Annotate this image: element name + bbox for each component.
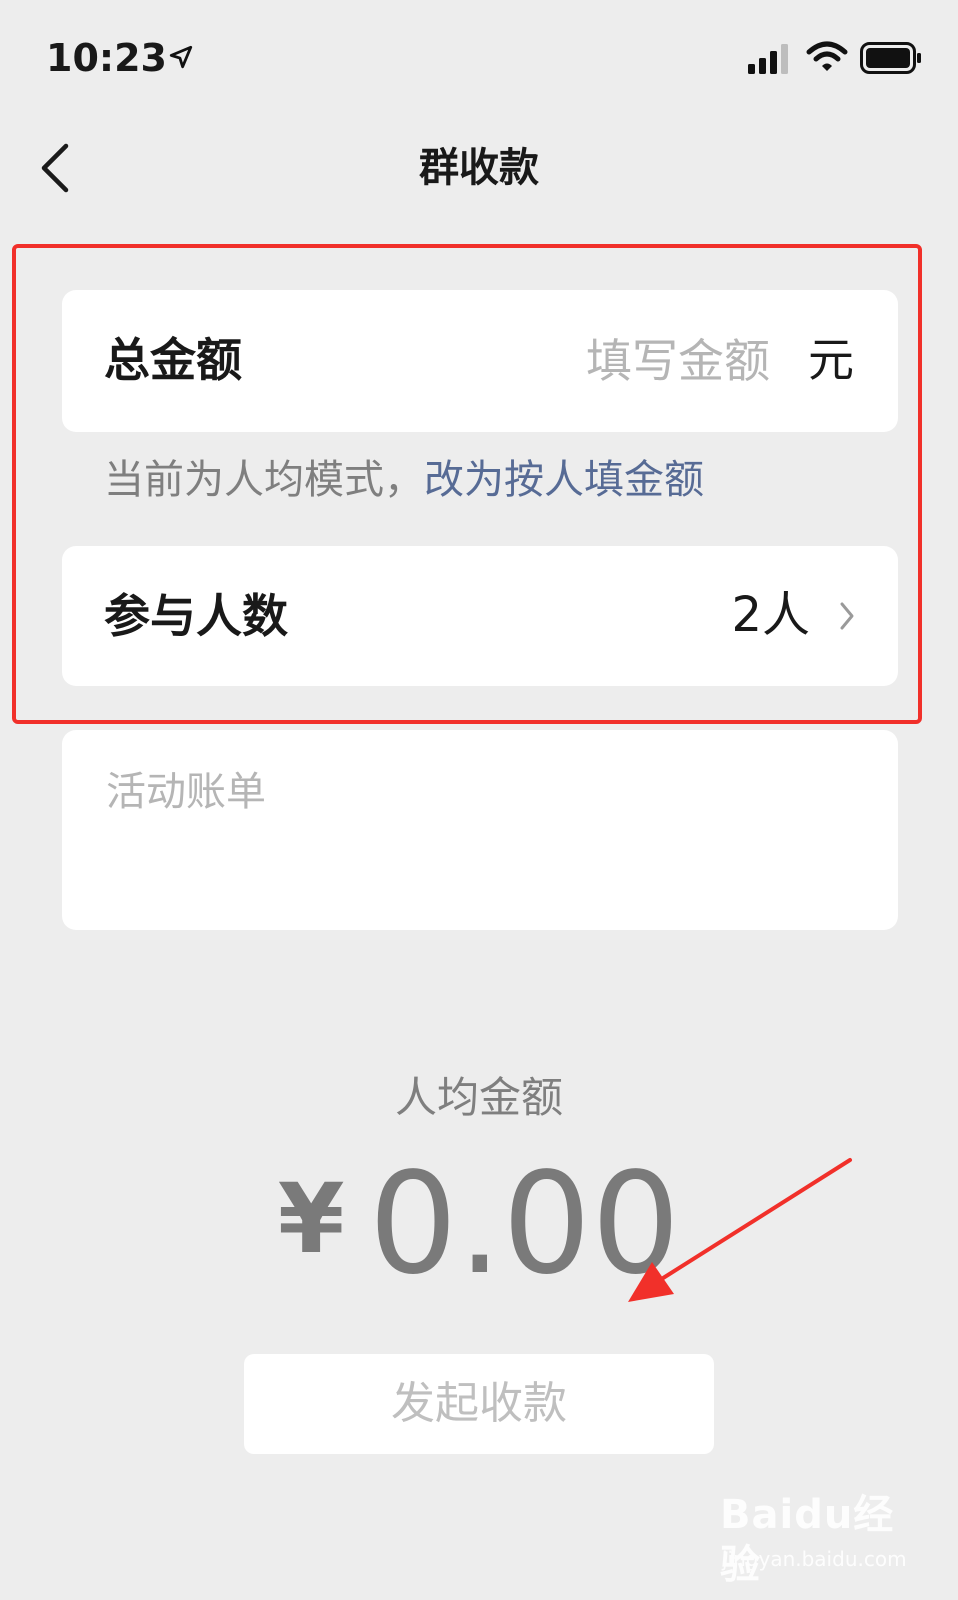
activity-bill-input[interactable] <box>104 762 848 906</box>
baidu-watermark: Baidu经验 jingyan.baidu.com <box>720 1490 920 1590</box>
cellular-signal-icon <box>748 44 788 74</box>
per-person-label: 人均金额 <box>394 1073 563 1122</box>
page-title: 群收款 <box>419 145 539 191</box>
location-arrow-icon <box>169 45 193 69</box>
annotation-arrow <box>628 1158 852 1302</box>
watermark-url: jingyan.baidu.com <box>722 1547 907 1571</box>
status-time: 10:23 <box>46 36 167 80</box>
watermark-main: Baidu经验 <box>720 1492 895 1588</box>
currency-symbol: ¥ <box>277 1163 345 1275</box>
start-collection-button[interactable]: 发起收款 <box>244 1354 714 1454</box>
battery-icon <box>860 42 921 74</box>
annotation-highlight-box <box>12 244 922 724</box>
activity-bill-card <box>62 730 898 930</box>
wifi-icon <box>806 41 848 71</box>
